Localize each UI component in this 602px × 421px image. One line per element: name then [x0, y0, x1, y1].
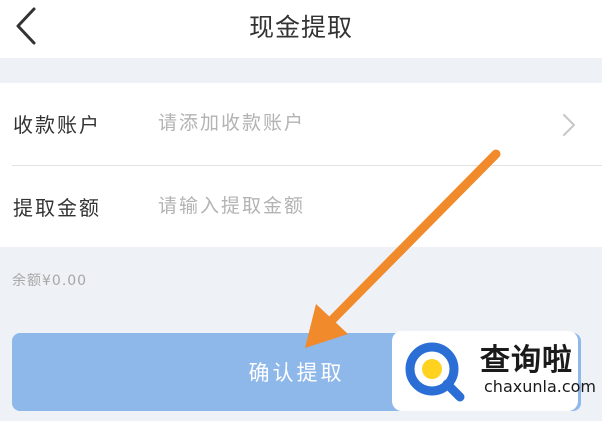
- account-row[interactable]: 收款账户: [0, 83, 602, 165]
- watermark-domain: chaxunla.com: [484, 377, 596, 396]
- amount-label: 提取金额: [13, 196, 101, 220]
- watermark: 查询啦 chaxunla.com: [392, 331, 596, 411]
- balance-text: 余额¥0.00: [12, 273, 88, 289]
- chevron-right-icon: [563, 114, 575, 136]
- amount-row: 提取金额: [0, 166, 602, 248]
- search-logo-icon: [405, 342, 465, 402]
- amount-input[interactable]: [158, 188, 538, 224]
- watermark-brand: 查询啦: [480, 343, 573, 378]
- nav-bar: 现金提取: [0, 0, 602, 58]
- account-label: 收款账户: [13, 113, 101, 137]
- page-title: 现金提取: [248, 13, 353, 42]
- withdraw-form: 收款账户 提取金额: [0, 83, 602, 247]
- account-input[interactable]: [158, 105, 538, 141]
